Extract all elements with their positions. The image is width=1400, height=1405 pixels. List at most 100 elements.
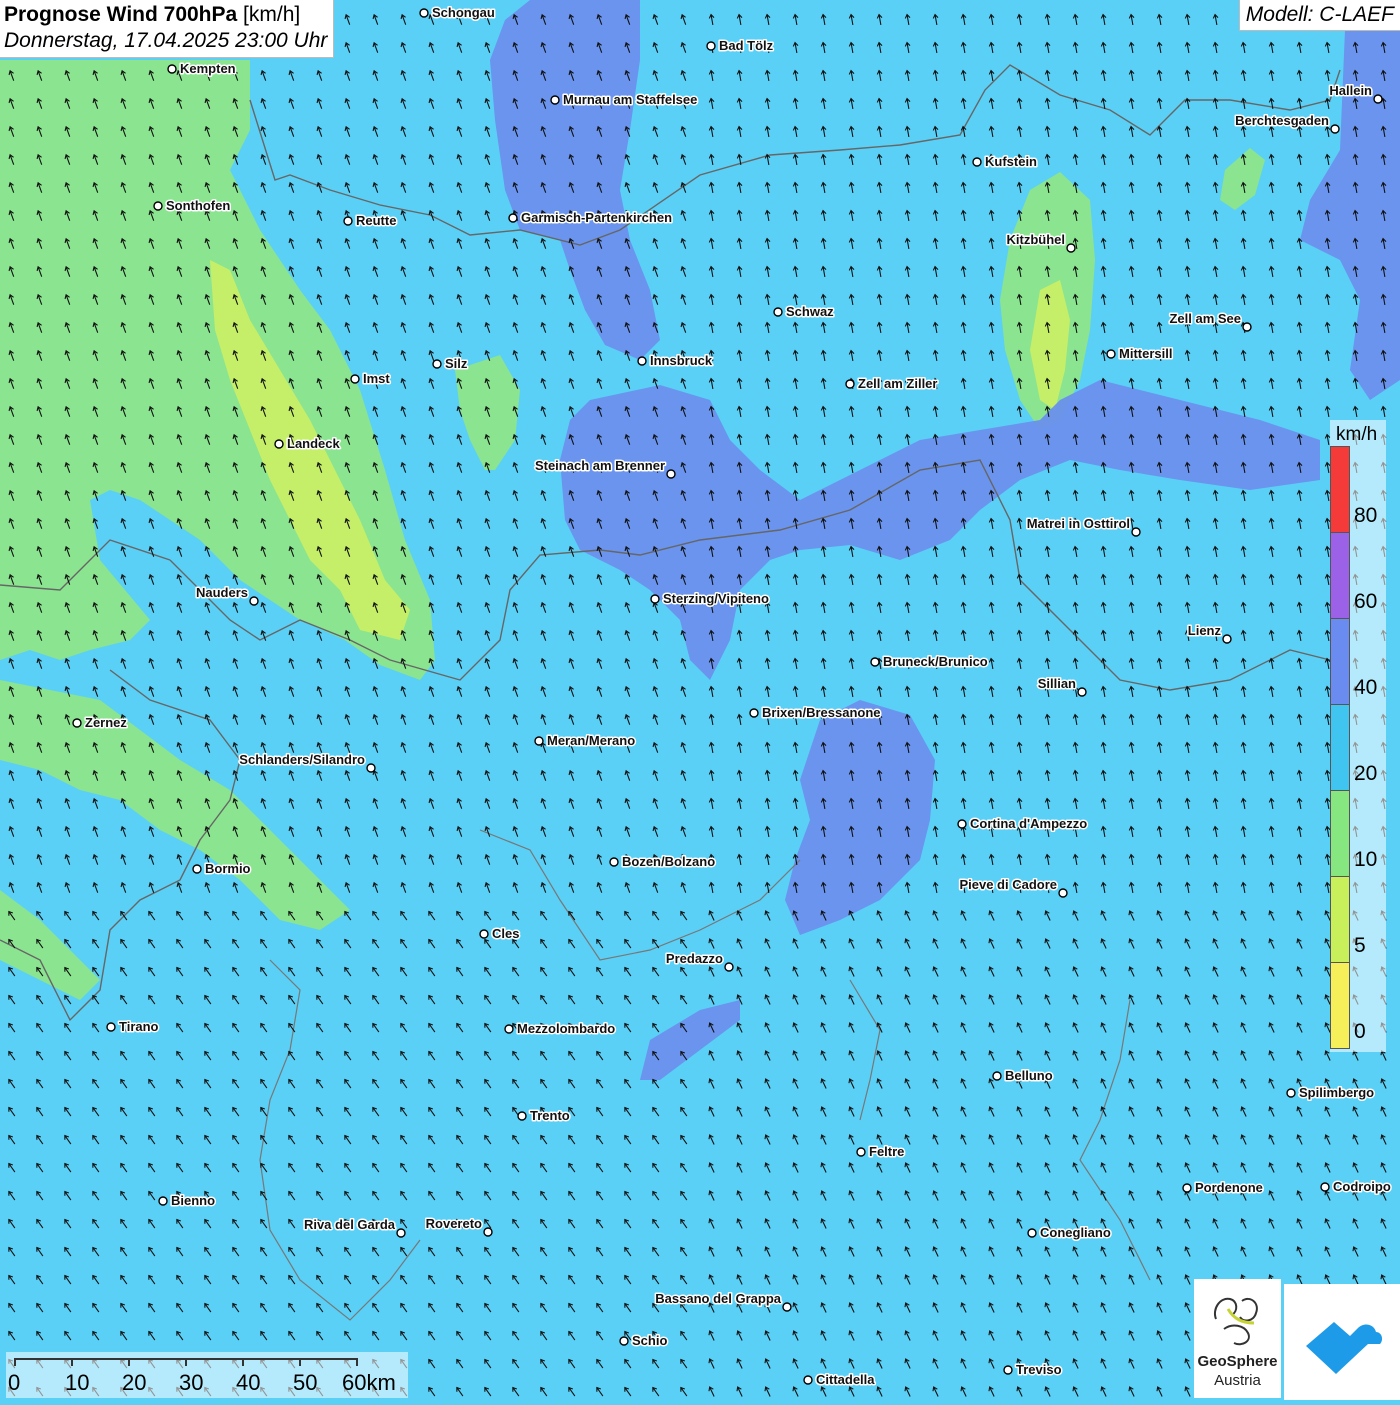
scale-label: 0 xyxy=(8,1370,21,1395)
city-marker xyxy=(1058,888,1068,898)
scale-bar: 0 10 20 30 40 50 60km xyxy=(6,1352,408,1398)
city-marker xyxy=(72,718,82,728)
city-marker xyxy=(106,1022,116,1032)
scale-tick xyxy=(299,1358,301,1366)
city-label: Feltre xyxy=(869,1144,904,1159)
city-marker xyxy=(432,359,442,369)
city-marker xyxy=(619,1336,629,1346)
city-marker xyxy=(350,374,360,384)
city-label: Zell am Ziller xyxy=(858,376,937,391)
city-label: Rovereto xyxy=(426,1216,482,1231)
legend-segment xyxy=(1330,533,1350,619)
city-marker xyxy=(870,657,880,667)
legend-label: 5 xyxy=(1354,934,1366,957)
city-marker xyxy=(343,216,353,226)
city-marker xyxy=(749,708,759,718)
geosphere-name: GeoSphere xyxy=(1197,1353,1278,1370)
wind-map: Schongau Bad Tölz Kempten Murnau am Staffel… xyxy=(0,0,1400,1400)
legend-segment xyxy=(1330,447,1350,533)
legend-segment xyxy=(1330,877,1350,963)
city-label: Berchtesgaden xyxy=(1235,113,1329,128)
city-marker xyxy=(419,8,429,18)
legend-segment xyxy=(1330,791,1350,877)
city-label: Steinach am Brenner xyxy=(535,458,665,473)
city-marker xyxy=(1003,1365,1013,1375)
city-label: Imst xyxy=(363,371,390,386)
legend-label: 60 xyxy=(1354,590,1378,613)
city-label: Belluno xyxy=(1005,1068,1053,1083)
title-unit: [km/h] xyxy=(243,3,301,26)
scale-label: 50 xyxy=(293,1370,318,1395)
city-label: Tirano xyxy=(119,1019,159,1034)
geosphere-logo: GeoSphere Austria xyxy=(1194,1279,1281,1398)
city-marker xyxy=(249,596,259,606)
city-marker xyxy=(1066,243,1076,253)
city-label: Zell am See xyxy=(1169,311,1241,326)
city-marker xyxy=(479,929,489,939)
city-marker xyxy=(396,1228,406,1238)
city-label: Murnau am Staffelsee xyxy=(563,92,697,107)
city-label: Innsbruck xyxy=(650,353,713,368)
scale-label: 40 xyxy=(236,1370,261,1395)
scale-tick xyxy=(14,1358,16,1366)
city-marker xyxy=(550,95,560,105)
city-marker xyxy=(972,157,982,167)
city-label: Mezzolombardo xyxy=(517,1021,615,1036)
city-label: Nauders xyxy=(196,585,248,600)
city-marker xyxy=(724,962,734,972)
scale-tick xyxy=(242,1358,244,1366)
model-label: Modell: C-LAEF xyxy=(1238,0,1400,31)
city-marker xyxy=(1106,349,1116,359)
city-marker xyxy=(609,857,619,867)
city-marker xyxy=(666,469,676,479)
legend-label: 10 xyxy=(1354,848,1378,871)
geosphere-sub: Austria xyxy=(1214,1372,1261,1389)
city-marker xyxy=(1320,1182,1330,1192)
city-marker xyxy=(650,594,660,604)
scale-tick xyxy=(356,1358,358,1366)
scale-tick xyxy=(185,1358,187,1366)
city-marker xyxy=(856,1147,866,1157)
city-label: Brixen/Bressanone xyxy=(762,705,881,720)
city-label: Cles xyxy=(492,926,519,941)
city-label: Sillian xyxy=(1038,676,1076,691)
scale-tick xyxy=(71,1358,73,1366)
city-label: Matrei in Osttirol xyxy=(1027,516,1130,531)
title-main: Prognose Wind 700hPa xyxy=(4,3,238,26)
roof-cloud-icon xyxy=(1306,1322,1383,1374)
city-marker xyxy=(192,864,202,874)
city-label: Bad Tölz xyxy=(719,38,774,53)
city-label: Codroipo xyxy=(1333,1179,1391,1194)
city-marker xyxy=(706,41,716,51)
city-label: Silz xyxy=(445,356,468,371)
city-marker xyxy=(845,379,855,389)
city-marker xyxy=(1330,124,1340,134)
city-label: Schwaz xyxy=(786,304,834,319)
legend-segment xyxy=(1330,705,1350,791)
legend-unit: km/h xyxy=(1336,424,1378,445)
city-label: Mittersill xyxy=(1119,346,1172,361)
city-marker xyxy=(1182,1183,1192,1193)
city-marker xyxy=(1373,94,1383,104)
city-label: Kempten xyxy=(180,61,236,76)
city-marker xyxy=(167,64,177,74)
color-legend: km/h 80 60 40 20 10 5 0 xyxy=(1330,420,1386,1052)
city-label: Reutte xyxy=(356,213,396,228)
city-marker xyxy=(274,439,284,449)
city-label: Kitzbühel xyxy=(1007,232,1066,247)
city-marker xyxy=(366,763,376,773)
city-label: Hallein xyxy=(1329,83,1372,98)
city-label: Bienno xyxy=(171,1193,215,1208)
city-marker xyxy=(803,1375,813,1385)
legend-label: 80 xyxy=(1354,504,1378,527)
city-marker xyxy=(534,736,544,746)
city-marker xyxy=(153,201,163,211)
city-label: Bassano del Grappa xyxy=(655,1291,781,1306)
city-label: Zernez xyxy=(85,715,127,730)
city-marker xyxy=(1131,527,1141,537)
city-marker xyxy=(992,1071,1002,1081)
forecast-datetime: Donnerstag, 17.04.2025 23:00 Uhr xyxy=(4,29,328,52)
city-label: Conegliano xyxy=(1040,1225,1111,1240)
legend-segment xyxy=(1330,963,1350,1049)
city-label: Treviso xyxy=(1016,1362,1062,1377)
